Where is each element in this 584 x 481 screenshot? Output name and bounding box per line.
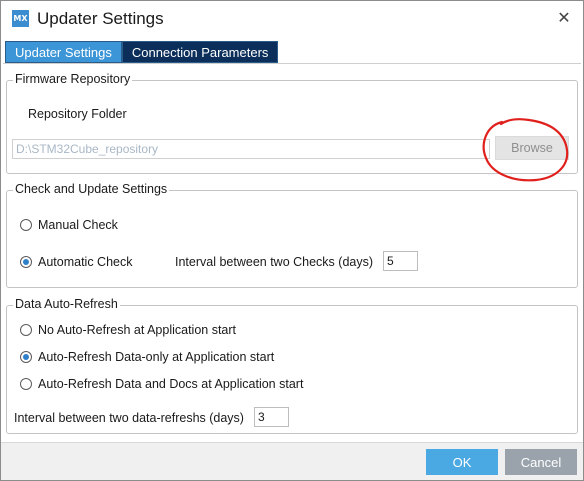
title-bar[interactable]: MX Updater Settings ✕ bbox=[1, 1, 583, 39]
firmware-repository-legend: Firmware Repository bbox=[13, 72, 133, 86]
manual-check-radio[interactable] bbox=[20, 219, 32, 231]
no-auto-refresh-label: No Auto-Refresh at Application start bbox=[38, 323, 237, 337]
stm32cubemx-app-icon: MX bbox=[12, 10, 29, 27]
repository-folder-label: Repository Folder bbox=[28, 107, 127, 121]
check-update-settings-legend: Check and Update Settings bbox=[13, 182, 170, 196]
tab-updater-settings[interactable]: Updater Settings bbox=[5, 41, 122, 63]
auto-refresh-data-only-label: Auto-Refresh Data-only at Application st… bbox=[38, 350, 275, 364]
dialog-footer: OK Cancel bbox=[1, 442, 583, 480]
check-interval-label: Interval between two Checks (days) bbox=[175, 255, 374, 269]
no-auto-refresh-option[interactable]: No Auto-Refresh at Application start bbox=[20, 323, 236, 337]
tab-content: Firmware Repository Repository Folder D:… bbox=[3, 63, 581, 440]
manual-check-option[interactable]: Manual Check bbox=[20, 218, 118, 232]
automatic-check-option[interactable]: Automatic Check bbox=[20, 255, 132, 269]
repository-folder-input[interactable]: D:\STM32Cube_repository bbox=[12, 139, 490, 159]
auto-refresh-data-docs-option[interactable]: Auto-Refresh Data and Docs at Applicatio… bbox=[20, 377, 303, 391]
no-auto-refresh-radio[interactable] bbox=[20, 324, 32, 336]
manual-check-label: Manual Check bbox=[38, 218, 118, 232]
refresh-interval-label: Interval between two data-refreshs (days… bbox=[14, 411, 244, 425]
firmware-repository-group: Firmware Repository Repository Folder D:… bbox=[6, 72, 578, 174]
cancel-button[interactable]: Cancel bbox=[505, 449, 577, 475]
refresh-interval-input[interactable]: 3 bbox=[254, 407, 289, 427]
data-auto-refresh-legend: Data Auto-Refresh bbox=[13, 297, 120, 311]
window-title: Updater Settings bbox=[37, 9, 164, 28]
automatic-check-radio[interactable] bbox=[20, 256, 32, 268]
tab-bar: Updater Settings Connection Parameters bbox=[5, 41, 279, 63]
data-auto-refresh-group: Data Auto-Refresh No Auto-Refresh at App… bbox=[6, 297, 578, 434]
ok-button[interactable]: OK bbox=[426, 449, 498, 475]
auto-refresh-data-only-radio[interactable] bbox=[20, 351, 32, 363]
auto-refresh-data-docs-radio[interactable] bbox=[20, 378, 32, 390]
auto-refresh-data-only-option[interactable]: Auto-Refresh Data-only at Application st… bbox=[20, 350, 274, 364]
check-update-settings-group: Check and Update Settings Manual Check A… bbox=[6, 182, 578, 288]
tab-connection-parameters[interactable]: Connection Parameters bbox=[121, 41, 279, 63]
updater-settings-dialog: MX Updater Settings ✕ Updater Settings C… bbox=[0, 0, 584, 481]
check-interval-input[interactable]: 5 bbox=[383, 251, 418, 271]
close-icon[interactable]: ✕ bbox=[554, 8, 574, 28]
automatic-check-label: Automatic Check bbox=[38, 255, 133, 269]
browse-button[interactable]: Browse bbox=[495, 136, 569, 160]
auto-refresh-data-docs-label: Auto-Refresh Data and Docs at Applicatio… bbox=[38, 377, 304, 391]
